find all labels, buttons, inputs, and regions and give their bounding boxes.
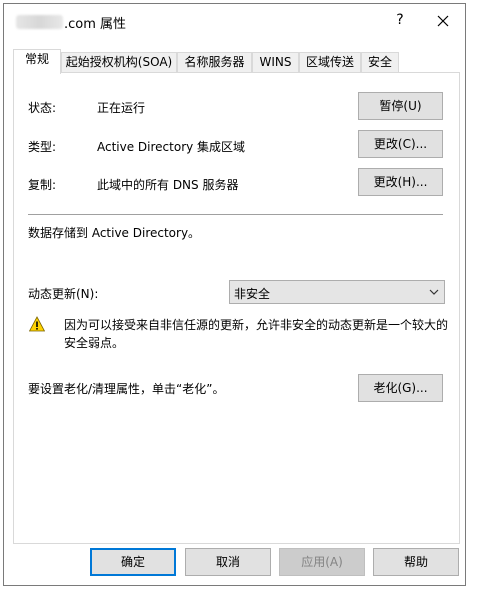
tab-security[interactable]: 安全	[361, 52, 399, 73]
warning-line-1: 因为可以接受来自非信任源的更新，允许非安全的动态更新是一个较大的	[64, 318, 449, 332]
chevron-down-icon	[429, 289, 439, 295]
help-title-button[interactable]: ?	[392, 12, 408, 28]
title-bar: .com 属性 ?	[4, 4, 465, 38]
apply-button[interactable]: 应用(A)	[279, 548, 365, 576]
status-label: 状态:	[28, 101, 57, 115]
general-tab-panel: 状态: 正在运行 暂停(U) 类型: Active Directory 集成区域…	[13, 72, 460, 544]
pause-button[interactable]: 暂停(U)	[358, 92, 443, 120]
status-value: 正在运行	[97, 101, 146, 115]
type-label: 类型:	[28, 140, 57, 154]
type-value: Active Directory 集成区域	[97, 140, 246, 154]
warning-icon	[29, 316, 45, 332]
aging-text: 要设置老化/清理属性，单击“老化”。	[28, 382, 225, 396]
replication-label: 复制:	[28, 178, 57, 192]
storage-text: 数据存储到 Active Directory。	[28, 226, 201, 240]
dynamic-update-label: 动态更新(N):	[28, 287, 99, 301]
window-title: .com 属性	[64, 17, 127, 32]
tab-wins[interactable]: WINS	[252, 52, 299, 73]
warning-line-2: 安全弱点。	[64, 336, 125, 350]
replication-value: 此域中的所有 DNS 服务器	[97, 178, 239, 192]
close-button[interactable]	[430, 9, 456, 33]
tab-zone-transfers[interactable]: 区域传送	[299, 52, 361, 73]
blurred-domain-name	[16, 15, 63, 29]
tab-soa[interactable]: 起始授权机构(SOA)	[61, 52, 177, 73]
separator	[28, 214, 443, 215]
cancel-button[interactable]: 取消	[185, 548, 271, 576]
dynamic-update-value: 非安全	[234, 287, 271, 301]
dynamic-update-select[interactable]: 非安全	[229, 280, 445, 304]
help-button[interactable]: 帮助	[373, 548, 459, 576]
change-type-button[interactable]: 更改(C)...	[358, 130, 443, 158]
close-icon	[437, 15, 449, 27]
ok-button[interactable]: 确定	[90, 548, 176, 576]
properties-dialog: .com 属性 ? 常规 起始授权机构(SOA) 名称服务器 WINS 区域传送…	[3, 3, 466, 586]
tab-name-servers[interactable]: 名称服务器	[177, 52, 252, 73]
change-replication-button[interactable]: 更改(H)...	[358, 168, 443, 196]
tab-general[interactable]: 常规	[13, 49, 61, 74]
aging-button[interactable]: 老化(G)...	[358, 374, 443, 402]
